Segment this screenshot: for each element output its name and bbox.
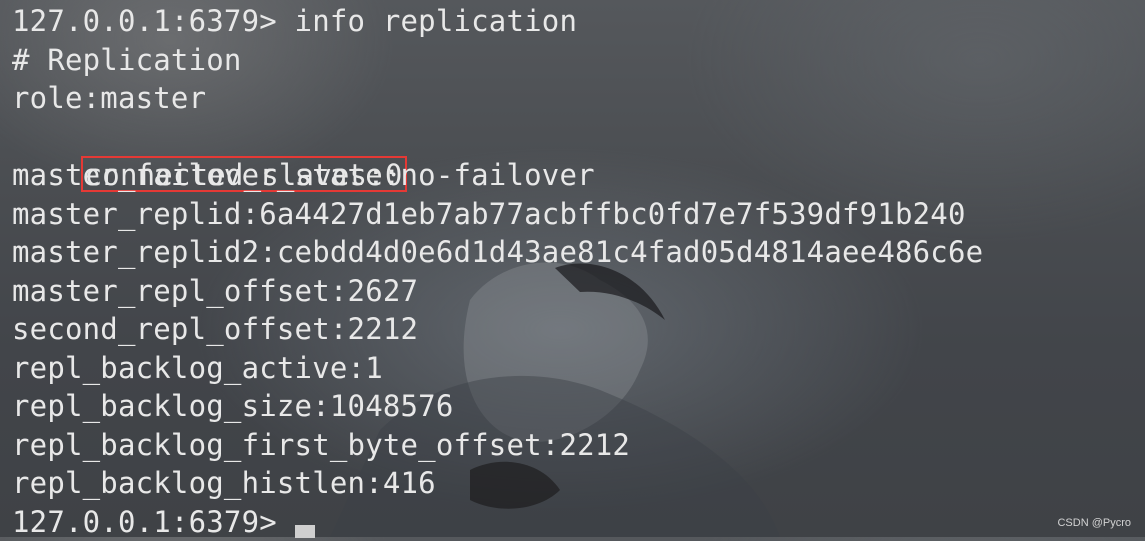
prompt-text: 127.0.0.1:6379> [12, 505, 277, 539]
output-line-failover-state: master_failover_state:no-failover [12, 156, 1133, 195]
output-line-repl-backlog-size: repl_backlog_size:1048576 [12, 387, 1133, 426]
terminal-output[interactable]: 127.0.0.1:6379> info replication # Repli… [12, 2, 1133, 541]
output-line-master-repl-offset: master_repl_offset:2627 [12, 272, 1133, 311]
prompt-line[interactable]: 127.0.0.1:6379> [12, 503, 1133, 541]
output-line-role: role:master [12, 79, 1133, 118]
output-line-connected-slaves: connected_slaves:0 [12, 118, 1133, 157]
watermark: CSDN @Pycro [1057, 517, 1131, 529]
output-line-master-replid: master_replid:6a4427d1eb7ab77acbffbc0fd7… [12, 195, 1133, 234]
command-line: 127.0.0.1:6379> info replication [12, 2, 1133, 41]
cursor-block [295, 525, 315, 538]
output-line-repl-backlog-first-byte-offset: repl_backlog_first_byte_offset:2212 [12, 426, 1133, 465]
output-line-master-replid2: master_replid2:cebdd4d0e6d1d43ae81c4fad0… [12, 233, 1133, 272]
output-line-second-repl-offset: second_repl_offset:2212 [12, 310, 1133, 349]
output-line-repl-backlog-histlen: repl_backlog_histlen:416 [12, 464, 1133, 503]
output-line-repl-backlog-active: repl_backlog_active:1 [12, 349, 1133, 388]
section-header: # Replication [12, 41, 1133, 80]
